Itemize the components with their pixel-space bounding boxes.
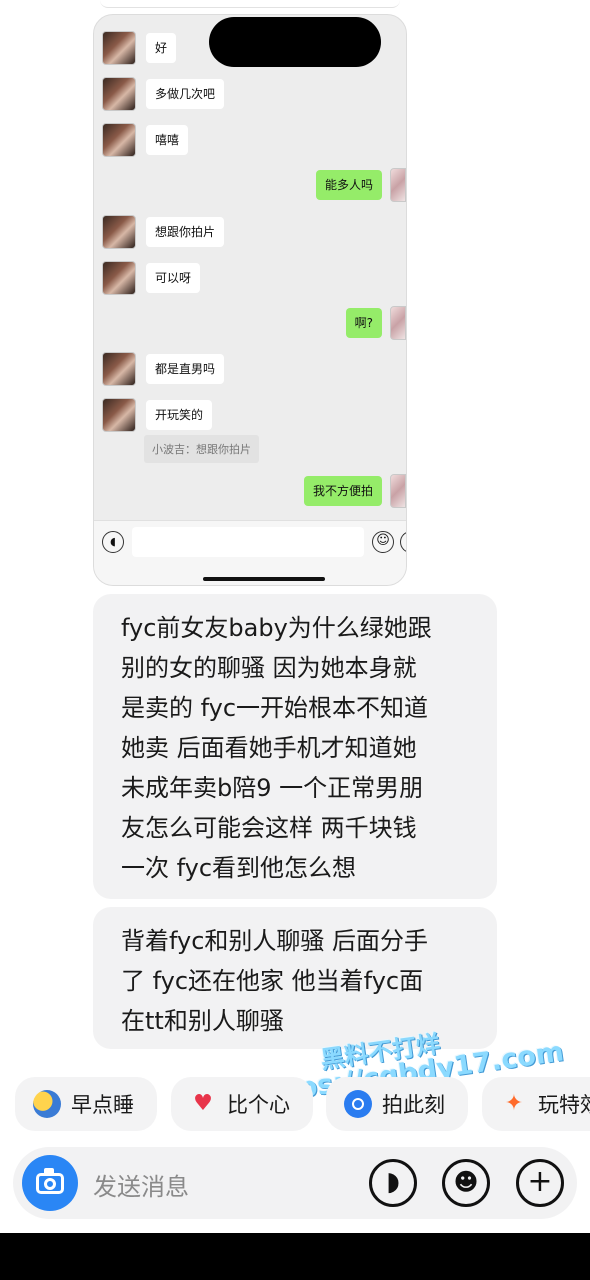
chat-row: 开玩笑的 bbox=[102, 398, 213, 432]
voice-icon: ◗ bbox=[386, 1167, 400, 1197]
message-input[interactable]: 发送消息 bbox=[93, 1167, 189, 1202]
heart-icon: ♥ bbox=[193, 1091, 213, 1116]
chat-row: 能多人吗 bbox=[315, 168, 406, 202]
home-indicator bbox=[203, 577, 325, 581]
chat-row: 都是直男吗 bbox=[102, 352, 225, 386]
message-bubble[interactable]: fyc前女友baby为什么绿她跟 别的女的聊骚 因为她本身就 是卖的 fyc一开… bbox=[93, 594, 497, 899]
chat-bubble: 可以呀 bbox=[146, 263, 201, 293]
chat-bubble: 能多人吗 bbox=[315, 170, 382, 200]
chip-label: 玩特效 bbox=[538, 1093, 590, 1117]
chat-bubble: 嘻嘻 bbox=[146, 125, 189, 155]
avatar bbox=[102, 77, 136, 111]
message-text: fyc前女友baby为什么绿她跟 别的女的聊骚 因为她本身就 是卖的 fyc一开… bbox=[121, 614, 432, 882]
chat-row: 想跟你拍片 bbox=[102, 215, 225, 249]
avatar bbox=[102, 261, 136, 295]
chat-row: 好 bbox=[102, 31, 177, 65]
sparkle-icon: ✦ bbox=[504, 1091, 524, 1116]
quoted-reply: 小波吉：想跟你拍片 bbox=[144, 435, 259, 463]
quick-reply-capture[interactable]: 拍此刻 bbox=[326, 1077, 468, 1131]
avatar bbox=[102, 398, 136, 432]
avatar bbox=[390, 168, 406, 202]
chat-screenshot-image[interactable]: 好 多做几次吧 嘻嘻 能多人吗 想跟你拍片 可以呀 啊? 都是直男吗 开玩笑的 … bbox=[93, 14, 407, 586]
chat-row: 可以呀 bbox=[102, 261, 201, 295]
quick-reply-heart[interactable]: ♥ 比个心 bbox=[171, 1077, 313, 1131]
chat-bubble: 我不方便拍 bbox=[303, 476, 382, 506]
chat-bubble: 都是直男吗 bbox=[146, 354, 225, 384]
chip-label: 拍此刻 bbox=[382, 1093, 445, 1117]
chat-bubble: 多做几次吧 bbox=[146, 79, 225, 109]
more-button[interactable]: + bbox=[516, 1159, 564, 1207]
system-nav-area bbox=[0, 1233, 590, 1280]
chat-row: 我不方便拍 bbox=[303, 474, 406, 508]
quick-reply-sleep[interactable]: 早点睡 bbox=[15, 1077, 157, 1131]
avatar bbox=[390, 474, 406, 508]
quick-reply-effects[interactable]: ✦ 玩特效 bbox=[482, 1077, 590, 1131]
avatar bbox=[390, 306, 406, 340]
chat-bubble: 开玩笑的 bbox=[146, 400, 213, 430]
chat-bubble: 想跟你拍片 bbox=[146, 217, 225, 247]
voice-button[interactable]: ◗ bbox=[369, 1159, 417, 1207]
chat-bubble: 好 bbox=[146, 33, 177, 63]
voice-icon: ◖ bbox=[102, 531, 124, 553]
chip-label: 比个心 bbox=[227, 1093, 290, 1117]
chat-bubble: 啊? bbox=[345, 308, 382, 338]
moon-icon bbox=[33, 1090, 61, 1118]
previous-image-edge bbox=[100, 0, 400, 8]
screenshot-text-field bbox=[132, 527, 364, 557]
plus-icon bbox=[400, 531, 406, 553]
chat-row: 啊? bbox=[345, 306, 406, 340]
avatar bbox=[102, 352, 136, 386]
camera-icon bbox=[344, 1090, 372, 1118]
avatar bbox=[102, 215, 136, 249]
plus-icon: + bbox=[527, 1164, 553, 1199]
redaction-bar bbox=[209, 17, 381, 67]
message-input-bar: 发送消息 ◗ ☻ + bbox=[13, 1147, 577, 1219]
emoji-icon: ☺ bbox=[372, 531, 394, 553]
emoji-button[interactable]: ☻ bbox=[442, 1159, 490, 1207]
chat-row: 嘻嘻 bbox=[102, 123, 189, 157]
avatar bbox=[102, 31, 136, 65]
avatar bbox=[102, 123, 136, 157]
message-text: 背着fyc和别人聊骚 后面分手 了 fyc还在他家 他当着fyc面 在tt和别人… bbox=[121, 927, 429, 1035]
quick-reply-bar: 早点睡 ♥ 比个心 拍此刻 ✦ 玩特效 bbox=[15, 1077, 590, 1131]
chip-label: 早点睡 bbox=[71, 1093, 134, 1117]
chat-row: 多做几次吧 bbox=[102, 77, 225, 111]
camera-button[interactable] bbox=[22, 1155, 78, 1211]
smiley-icon: ☻ bbox=[453, 1168, 479, 1196]
